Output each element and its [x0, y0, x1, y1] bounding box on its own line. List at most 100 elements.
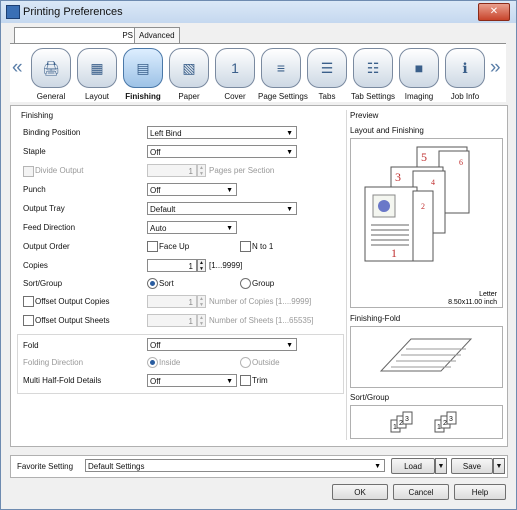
- tab-layout-label: Layout: [84, 92, 110, 101]
- offset-copies-label: Offset Output Copies: [35, 297, 110, 306]
- multi-half-fold-value: Off: [150, 377, 161, 386]
- offset-sheets-label: Offset Output Sheets: [35, 316, 110, 325]
- tab-paper[interactable]: ▧ Paper: [166, 48, 212, 101]
- tab-layout[interactable]: ▦ Layout: [74, 48, 120, 101]
- binding-position-label: Binding Position: [23, 128, 81, 137]
- inside-radio-label: Inside: [159, 358, 181, 367]
- page-settings-icon: ≡: [261, 48, 301, 88]
- sort-group-preview: 1 2 3 1 2 3: [350, 405, 503, 439]
- spin-down-icon: ▼: [199, 171, 204, 177]
- offset-copies-suffix: Number of Copies [1....9999]: [209, 297, 312, 306]
- fold-preview: [350, 326, 503, 388]
- chevron-down-icon: ▼: [286, 206, 293, 213]
- offset-sheets-suffix: Number of Sheets [1...65535]: [209, 316, 314, 325]
- tab-ps[interactable]: PS: [14, 27, 138, 43]
- trim-checkbox[interactable]: [240, 375, 251, 386]
- cover-icon: 1: [215, 48, 255, 88]
- sort-group-label: Sort/Group: [23, 279, 63, 288]
- favorite-setting-select[interactable]: Default Settings ▼: [85, 459, 385, 472]
- feed-direction-select[interactable]: Auto ▼: [147, 221, 237, 234]
- group-radio-label: Group: [252, 279, 275, 288]
- tab-tab-settings[interactable]: ☷ Tab Settings: [350, 48, 396, 101]
- load-menu-button[interactable]: ▼: [435, 458, 447, 474]
- tab-tabs[interactable]: ☰ Tabs: [304, 48, 350, 101]
- offset-copies-checkbox[interactable]: [23, 296, 34, 307]
- tab-finishing[interactable]: ▤ Finishing: [120, 48, 166, 101]
- help-button[interactable]: Help: [454, 484, 506, 500]
- fold-illustration: [379, 338, 473, 372]
- multi-half-fold-label: Multi Half-Fold Details: [23, 376, 102, 385]
- finishing-panel: Finishing Binding Position Left Bind ▼ St…: [10, 105, 508, 447]
- divide-output-field[interactable]: 1: [147, 164, 197, 177]
- offset-copies-field[interactable]: 1: [147, 295, 197, 308]
- copies-spinner[interactable]: ▲ ▼: [197, 259, 206, 272]
- binding-position-select[interactable]: Left Bind ▼: [147, 126, 297, 139]
- inside-radio[interactable]: [147, 357, 158, 368]
- divide-output-spinner[interactable]: ▲ ▼: [197, 164, 206, 177]
- tab-ps-label: PS: [122, 31, 133, 40]
- tab-advanced[interactable]: Advanced: [134, 27, 180, 43]
- chevron-down-icon: ▼: [286, 130, 293, 137]
- tab-tab-settings-label: Tab Settings: [350, 92, 396, 101]
- divide-output-suffix: Pages per Section: [209, 166, 275, 175]
- output-tray-label: Output Tray: [23, 204, 65, 213]
- preview-page-number: 1: [391, 246, 397, 260]
- feed-direction-value: Auto: [150, 224, 167, 233]
- offset-sheets-checkbox[interactable]: [23, 315, 34, 326]
- copies-field[interactable]: 1: [147, 259, 197, 272]
- save-menu-button[interactable]: ▼: [493, 458, 505, 474]
- save-button[interactable]: Save: [451, 458, 493, 474]
- finishing-icon: ▤: [123, 48, 163, 88]
- tab-imaging-label: Imaging: [404, 92, 434, 101]
- sort-page-digit: 1: [437, 424, 441, 431]
- fold-value: Off: [150, 341, 161, 350]
- paper-size: 8.50x11.00 inch: [448, 299, 497, 306]
- close-button[interactable]: ✕: [478, 3, 510, 21]
- group-radio[interactable]: [240, 278, 251, 289]
- load-button[interactable]: Load: [391, 458, 435, 474]
- preview-page-front: 1 2: [364, 186, 434, 262]
- paper-icon: ▧: [169, 48, 209, 88]
- output-order-label: Output Order: [23, 242, 70, 251]
- ok-button[interactable]: OK: [332, 484, 388, 500]
- staple-value: Off: [150, 148, 161, 157]
- chevron-down-icon: ▼: [226, 187, 233, 194]
- favorite-setting-label: Favorite Setting: [17, 462, 74, 471]
- tab-job-info[interactable]: ℹ Job Info: [442, 48, 488, 101]
- preview-page-number: 6: [459, 158, 463, 167]
- panel-divider: [346, 110, 347, 440]
- tab-settings-icon: ☷: [353, 48, 393, 88]
- printing-preferences-window: Printing Preferences ✕ PS Advanced « 🖨 Ge…: [0, 0, 517, 510]
- multi-half-fold-select[interactable]: Off ▼: [147, 374, 237, 387]
- spin-down-icon: ▼: [199, 302, 204, 308]
- staple-select[interactable]: Off ▼: [147, 145, 297, 158]
- chevron-down-icon: ▼: [286, 149, 293, 156]
- cancel-button[interactable]: Cancel: [393, 484, 449, 500]
- chevron-down-icon: ▼: [374, 463, 381, 470]
- chevron-down-icon: ▼: [226, 225, 233, 232]
- n-to-1-checkbox[interactable]: [240, 241, 251, 252]
- paper-name: Letter: [479, 291, 498, 298]
- tab-general[interactable]: 🖨 General: [28, 48, 74, 101]
- face-up-checkbox[interactable]: [147, 241, 158, 252]
- tab-imaging[interactable]: ■ Imaging: [396, 48, 442, 101]
- offset-sheets-spinner[interactable]: ▲ ▼: [197, 314, 206, 327]
- divide-output-label: Divide Output: [35, 166, 84, 175]
- divide-output-checkbox[interactable]: [23, 166, 34, 177]
- tab-cover-label: Cover: [224, 92, 246, 101]
- offset-copies-spinner[interactable]: ▲ ▼: [197, 295, 206, 308]
- next-tabs-arrow-icon[interactable]: »: [490, 57, 501, 79]
- sort-radio[interactable]: [147, 278, 158, 289]
- binding-position-value: Left Bind: [150, 129, 182, 138]
- fold-select[interactable]: Off ▼: [147, 338, 297, 351]
- offset-sheets-field[interactable]: 1: [147, 314, 197, 327]
- tab-tabs-label: Tabs: [318, 92, 336, 101]
- tab-page-settings[interactable]: ≡ Page Settings: [258, 48, 308, 101]
- tab-job-info-label: Job Info: [450, 92, 480, 101]
- punch-select[interactable]: Off ▼: [147, 183, 237, 196]
- outside-radio[interactable]: [240, 357, 251, 368]
- copies-label: Copies: [23, 261, 48, 270]
- tab-cover[interactable]: 1 Cover: [212, 48, 258, 101]
- output-tray-select[interactable]: Default ▼: [147, 202, 297, 215]
- previous-tabs-arrow-icon[interactable]: «: [12, 57, 23, 79]
